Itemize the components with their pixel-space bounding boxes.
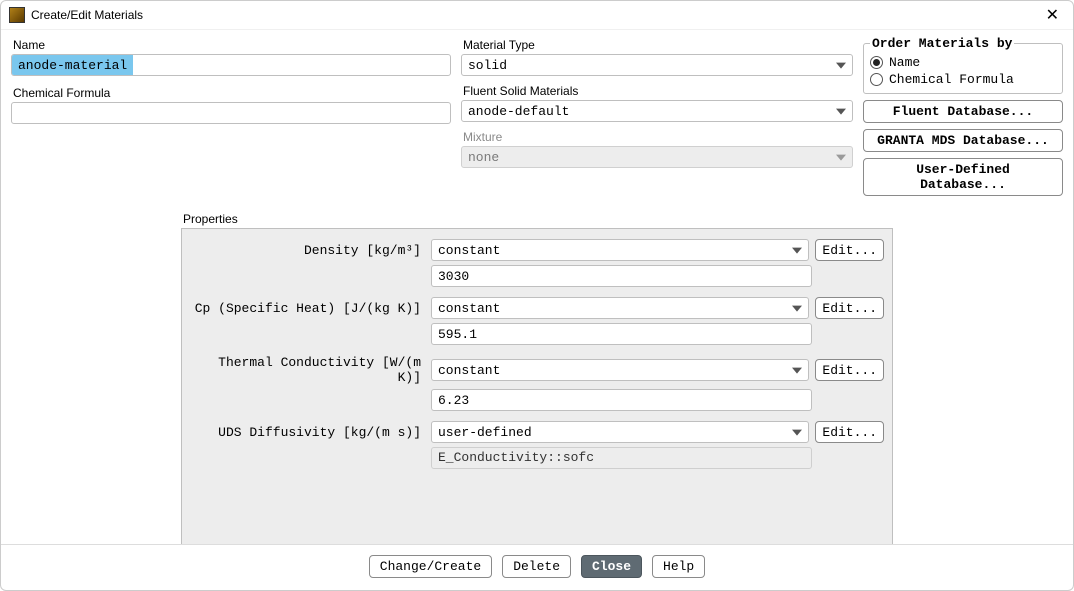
density-edit-button[interactable]: Edit... (815, 239, 884, 261)
fluent-database-button[interactable]: Fluent Database... (863, 100, 1063, 123)
uds-value-display: E_Conductivity::sofc (431, 447, 812, 469)
chevron-down-icon (792, 430, 802, 436)
fluent-solid-label: Fluent Solid Materials (463, 84, 853, 98)
order-by-formula-radio[interactable]: Chemical Formula (870, 72, 1056, 87)
chevron-down-icon (836, 63, 846, 69)
fluent-solid-select[interactable]: anode-default (461, 100, 853, 122)
density-label: Density [kg/m³] (190, 243, 425, 258)
chemical-formula-input[interactable] (11, 102, 451, 124)
chemical-formula-label: Chemical Formula (13, 86, 451, 100)
cp-method-select[interactable]: constant (431, 297, 809, 319)
material-type-value: solid (468, 58, 507, 73)
order-materials-group: Order Materials by Name Chemical Formula (863, 36, 1063, 94)
properties-label: Properties (183, 212, 893, 226)
mixture-select: none (461, 146, 853, 168)
properties-panel: Density [kg/m³] constant Edit... Cp (Spe… (181, 228, 893, 544)
close-button[interactable]: Close (581, 555, 642, 578)
mixture-label: Mixture (463, 130, 853, 144)
window-title: Create/Edit Materials (31, 8, 143, 22)
radio-icon (870, 73, 883, 86)
name-input[interactable]: anode-material (11, 54, 451, 76)
delete-button[interactable]: Delete (502, 555, 571, 578)
uds-method-select[interactable]: user-defined (431, 421, 809, 443)
help-button[interactable]: Help (652, 555, 705, 578)
uds-method-value: user-defined (438, 425, 532, 440)
granta-database-button[interactable]: GRANTA MDS Database... (863, 129, 1063, 152)
material-type-select[interactable]: solid (461, 54, 853, 76)
name-input-value: anode-material (12, 55, 133, 75)
density-method-select[interactable]: constant (431, 239, 809, 261)
chevron-down-icon (792, 306, 802, 312)
close-icon[interactable]: ✕ (1040, 5, 1065, 25)
order-materials-legend: Order Materials by (870, 36, 1014, 51)
uds-label: UDS Diffusivity [kg/(m s)] (190, 425, 425, 440)
order-by-name-label: Name (889, 55, 920, 70)
material-type-label: Material Type (463, 38, 853, 52)
chevron-down-icon (836, 155, 846, 161)
cp-method-value: constant (438, 301, 500, 316)
thermal-edit-button[interactable]: Edit... (815, 359, 884, 381)
fluent-solid-value: anode-default (468, 104, 569, 119)
density-method-value: constant (438, 243, 500, 258)
chevron-down-icon (792, 368, 802, 374)
thermal-method-value: constant (438, 363, 500, 378)
uds-edit-button[interactable]: Edit... (815, 421, 884, 443)
density-value-input[interactable] (431, 265, 812, 287)
thermal-value-input[interactable] (431, 389, 812, 411)
chevron-down-icon (792, 248, 802, 254)
order-by-formula-label: Chemical Formula (889, 72, 1014, 87)
app-icon (9, 7, 25, 23)
thermal-label: Thermal Conductivity [W/(m K)] (190, 355, 425, 385)
chevron-down-icon (836, 109, 846, 115)
radio-icon (870, 56, 883, 69)
cp-value-input[interactable] (431, 323, 812, 345)
cp-edit-button[interactable]: Edit... (815, 297, 884, 319)
mixture-value: none (468, 150, 499, 165)
change-create-button[interactable]: Change/Create (369, 555, 492, 578)
user-database-button[interactable]: User-Defined Database... (863, 158, 1063, 196)
cp-label: Cp (Specific Heat) [J/(kg K)] (190, 301, 425, 316)
name-label: Name (13, 38, 451, 52)
thermal-method-select[interactable]: constant (431, 359, 809, 381)
order-by-name-radio[interactable]: Name (870, 55, 1056, 70)
